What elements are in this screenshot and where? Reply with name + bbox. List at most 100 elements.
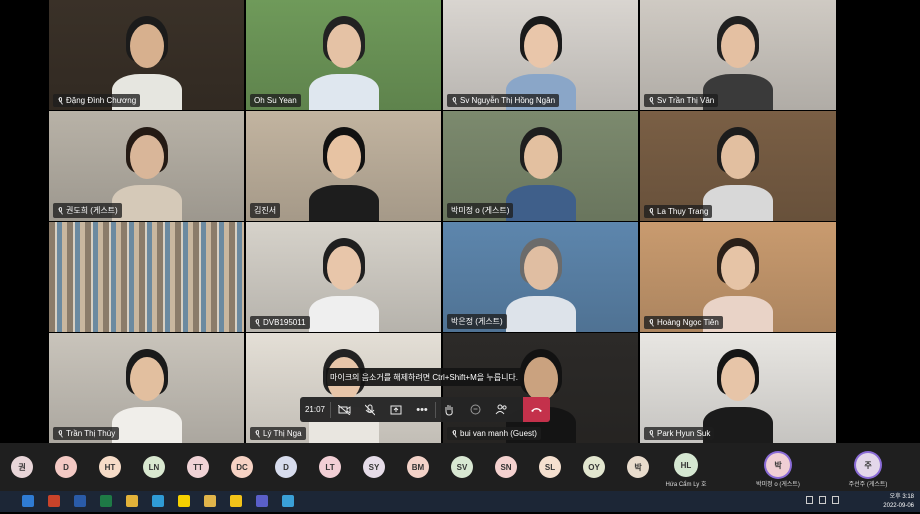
network-icon[interactable] — [806, 496, 813, 504]
mic-muted-icon — [648, 429, 654, 438]
clock-date: 2022-09-06 — [883, 503, 914, 509]
participant-name-tag: La Thụy Trang — [644, 205, 713, 218]
volume-icon[interactable] — [819, 496, 826, 504]
roster-participant[interactable]: 주주선주 (게스트) — [838, 443, 898, 491]
participant-name-tag: Oh Su Yean — [250, 94, 301, 107]
app-icon[interactable] — [282, 495, 294, 507]
mic-muted-icon — [451, 96, 457, 105]
excel-icon[interactable] — [100, 495, 112, 507]
mic-muted-icon — [648, 318, 654, 327]
participant-name: DVB195011 — [263, 318, 306, 327]
roster-avatar[interactable]: BM — [407, 456, 429, 478]
participant-video — [299, 111, 389, 221]
participant-name-tag: 권도희 (게스트) — [53, 203, 122, 218]
mic-muted-icon — [648, 96, 654, 105]
roster-participant[interactable]: 박 박미정 o (게스트) — [748, 443, 808, 491]
video-tile[interactable]: Lý Thị Nga — [246, 333, 441, 443]
participant-name: La Thụy Trang — [657, 207, 709, 216]
raise-hand-button[interactable] — [436, 397, 462, 422]
roster-avatar[interactable]: OY — [583, 456, 605, 478]
video-tile[interactable]: La Thụy Trang — [640, 111, 836, 221]
video-tile[interactable]: Hoàng Ngọc Tiên — [640, 222, 836, 332]
microphone-off-button[interactable] — [357, 397, 383, 422]
system-tray-icons — [806, 496, 839, 504]
participant-name: Trần Thị Thúy — [66, 429, 116, 438]
powerpoint-icon[interactable] — [48, 495, 60, 507]
video-tile[interactable]: 박은정 (게스트) — [443, 222, 638, 332]
roster-avatar[interactable]: DC — [231, 456, 253, 478]
unmute-hint-toast: 마이크의 음소거를 해제하려면 Ctrl+Shift+M을 누릅니다. — [326, 368, 522, 386]
people-icon — [495, 404, 507, 415]
roster-avatar[interactable]: D — [55, 456, 77, 478]
toast-text: 마이크의 음소거를 해제하려면 Ctrl+Shift+M을 누릅니다. — [329, 372, 519, 382]
roster-avatar[interactable]: LN — [143, 456, 165, 478]
roster-avatar[interactable]: SN — [495, 456, 517, 478]
roster-avatar[interactable]: SL — [539, 456, 561, 478]
mic-muted-icon — [254, 429, 260, 438]
participant-name: Đặng Đình Chương — [66, 96, 137, 105]
participant-video — [496, 222, 586, 332]
battery-icon[interactable] — [832, 496, 839, 504]
more-actions-button[interactable]: ••• — [409, 397, 435, 422]
video-tile[interactable]: bui van manh (Guest) — [443, 333, 638, 443]
video-tile[interactable]: Đặng Đình Chương — [49, 0, 244, 110]
share-screen-button[interactable] — [383, 397, 409, 422]
video-tile[interactable]: Sv Trần Thị Vân — [640, 0, 836, 110]
kakaotalk-icon[interactable] — [178, 495, 190, 507]
roster-avatar[interactable]: SY — [363, 456, 385, 478]
roster-avatar[interactable]: 박 — [627, 456, 649, 478]
camera-off-button[interactable] — [331, 397, 357, 422]
video-tile[interactable]: Trần Thị Thúy — [49, 333, 244, 443]
folder-icon[interactable] — [204, 495, 216, 507]
participant-name: Hoàng Ngọc Tiên — [657, 318, 719, 327]
roster-avatar[interactable]: TT — [187, 456, 209, 478]
clock[interactable]: 오후 3:18 2022-09-06 — [883, 491, 914, 514]
participant-name-tag: Trần Thị Thúy — [53, 427, 120, 440]
roster-avatar[interactable]: D — [275, 456, 297, 478]
mic-muted-icon — [57, 206, 63, 215]
roster-avatar: 주 — [856, 453, 880, 477]
chat-icon — [470, 404, 480, 415]
video-tile[interactable]: Sv Nguyễn Thị Hồng Ngân — [443, 0, 638, 110]
word-icon[interactable] — [74, 495, 86, 507]
participant-name: Oh Su Yean — [254, 96, 297, 105]
hang-up-icon — [531, 408, 542, 412]
participant-name-tag: 박미정 o (게스트) — [447, 203, 514, 218]
mic-muted-icon — [254, 318, 260, 327]
video-tile[interactable]: 박미정 o (게스트) — [443, 111, 638, 221]
participant-name-tag: 박은정 (게스트) — [447, 314, 507, 329]
video-tile[interactable]: 권도희 (게스트) — [49, 111, 244, 221]
roster-avatar[interactable]: HT — [99, 456, 121, 478]
video-tile[interactable]: 김진서 — [246, 111, 441, 221]
roster-label: Hứa Cẩm Ly 호 — [665, 482, 707, 488]
roster-avatar: 박 — [766, 453, 790, 477]
roster-avatar[interactable]: SV — [451, 456, 473, 478]
raise-hand-icon — [445, 404, 453, 416]
roster-participant[interactable]: HL Hứa Cẩm Ly 호 — [656, 443, 716, 491]
video-tile[interactable]: DVB195011 — [246, 222, 441, 332]
mic-muted-icon — [648, 207, 654, 216]
meeting-controls: 21:07 ••• — [300, 397, 550, 422]
participant-name-tag: Sv Nguyễn Thị Hồng Ngân — [447, 94, 560, 107]
leave-call-button[interactable] — [523, 397, 550, 422]
participant-name-tag: bui van manh (Guest) — [447, 427, 541, 440]
video-tile[interactable]: Park Hyun Suk — [640, 333, 836, 443]
participants-button[interactable] — [488, 397, 514, 422]
mic-muted-icon — [451, 429, 457, 438]
camera-off-icon — [337, 404, 350, 415]
chrome-icon[interactable] — [126, 495, 138, 507]
chat-button[interactable] — [462, 397, 488, 422]
roster-label: 주선주 (게스트) — [848, 482, 888, 488]
participant-name: Park Hyun Suk — [657, 429, 711, 438]
roster-avatar[interactable]: 권 — [11, 456, 33, 478]
sticky-notes-icon[interactable] — [230, 495, 242, 507]
participant-video — [299, 0, 389, 110]
participant-video — [299, 333, 389, 443]
teams-icon[interactable] — [256, 495, 268, 507]
clock-time: 오후 3:18 — [889, 494, 914, 500]
edge-legacy-icon[interactable] — [22, 495, 34, 507]
roster-avatar[interactable]: LT — [319, 456, 341, 478]
mic-muted-icon — [57, 96, 63, 105]
edge-icon[interactable] — [152, 495, 164, 507]
video-tile[interactable]: Oh Su Yean — [246, 0, 441, 110]
